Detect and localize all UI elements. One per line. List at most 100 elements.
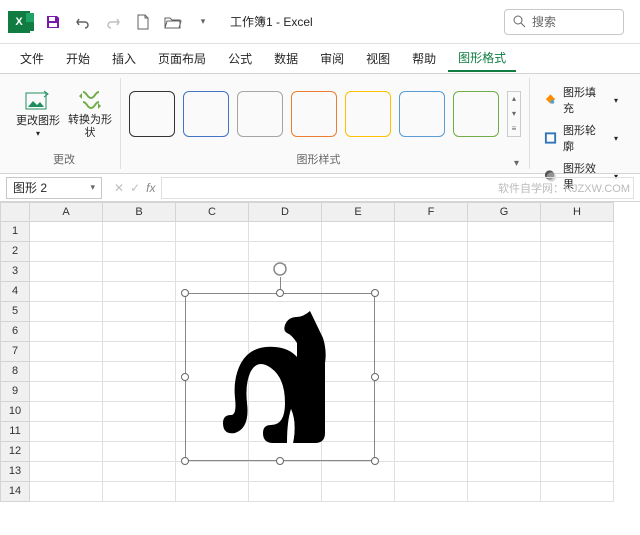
cell[interactable]	[30, 222, 103, 242]
cell[interactable]	[468, 482, 541, 502]
undo-button[interactable]	[70, 9, 96, 35]
row-header[interactable]: 11	[0, 422, 30, 442]
open-button[interactable]	[160, 9, 186, 35]
row-header[interactable]: 3	[0, 262, 30, 282]
resize-handle-b[interactable]	[276, 457, 284, 465]
cell[interactable]	[103, 262, 176, 282]
cell[interactable]	[103, 442, 176, 462]
tab-help[interactable]: 帮助	[402, 46, 446, 71]
cell[interactable]	[541, 242, 614, 262]
cell[interactable]	[541, 342, 614, 362]
style-preset[interactable]	[399, 91, 445, 137]
cell[interactable]	[322, 482, 395, 502]
row-header[interactable]: 6	[0, 322, 30, 342]
styles-expand-button[interactable]: ▾	[510, 158, 523, 169]
redo-button[interactable]	[100, 9, 126, 35]
cell[interactable]	[541, 422, 614, 442]
tab-view[interactable]: 视图	[356, 46, 400, 71]
row-header[interactable]: 2	[0, 242, 30, 262]
cell[interactable]	[103, 462, 176, 482]
cell[interactable]	[103, 382, 176, 402]
cell[interactable]	[30, 302, 103, 322]
cell[interactable]	[395, 442, 468, 462]
tab-insert[interactable]: 插入	[102, 46, 146, 71]
tab-shape-format[interactable]: 图形格式	[448, 45, 516, 72]
cell[interactable]	[395, 282, 468, 302]
cell[interactable]	[322, 462, 395, 482]
cell[interactable]	[541, 462, 614, 482]
cell[interactable]	[541, 382, 614, 402]
cell[interactable]	[249, 462, 322, 482]
cell[interactable]	[176, 262, 249, 282]
resize-handle-tl[interactable]	[181, 289, 189, 297]
tab-file[interactable]: 文件	[10, 46, 54, 71]
cell[interactable]	[468, 362, 541, 382]
select-all-corner[interactable]	[0, 202, 30, 222]
save-button[interactable]	[40, 9, 66, 35]
cell[interactable]	[468, 422, 541, 442]
change-graphic-button[interactable]: 更改图形 ▾	[14, 81, 62, 147]
tab-layout[interactable]: 页面布局	[148, 46, 216, 71]
shape-outline-button[interactable]: 图形轮廓 ▾	[540, 120, 622, 156]
cell[interactable]	[249, 242, 322, 262]
convert-shape-button[interactable]: 转换为形状	[66, 81, 114, 147]
cell[interactable]	[395, 242, 468, 262]
cell[interactable]	[541, 222, 614, 242]
style-preset[interactable]	[345, 91, 391, 137]
cell[interactable]	[468, 222, 541, 242]
cell[interactable]	[103, 342, 176, 362]
cell[interactable]	[103, 322, 176, 342]
name-box[interactable]: 图形 2 ▾	[6, 177, 102, 199]
cell[interactable]	[30, 282, 103, 302]
cell[interactable]	[30, 482, 103, 502]
cell[interactable]	[176, 242, 249, 262]
cell[interactable]	[30, 442, 103, 462]
cell[interactable]	[322, 262, 395, 282]
enter-formula-button[interactable]: ✓	[130, 181, 140, 195]
cell[interactable]	[541, 302, 614, 322]
column-header[interactable]: F	[395, 202, 468, 222]
row-header[interactable]: 9	[0, 382, 30, 402]
cell[interactable]	[30, 362, 103, 382]
search-input[interactable]: 搜索	[504, 9, 624, 35]
row-header[interactable]: 5	[0, 302, 30, 322]
cell[interactable]	[176, 482, 249, 502]
row-header[interactable]: 12	[0, 442, 30, 462]
row-header[interactable]: 1	[0, 222, 30, 242]
column-header[interactable]: H	[541, 202, 614, 222]
cell[interactable]	[395, 462, 468, 482]
cell[interactable]	[176, 462, 249, 482]
style-preset[interactable]	[291, 91, 337, 137]
shape-fill-button[interactable]: 图形填充 ▾	[540, 82, 622, 118]
cell[interactable]	[103, 482, 176, 502]
row-header[interactable]: 13	[0, 462, 30, 482]
fx-button[interactable]: fx	[146, 181, 155, 195]
row-header[interactable]: 8	[0, 362, 30, 382]
cell[interactable]	[468, 402, 541, 422]
cancel-formula-button[interactable]: ✕	[114, 181, 124, 195]
style-preset[interactable]	[237, 91, 283, 137]
cell[interactable]	[30, 462, 103, 482]
cell[interactable]	[30, 382, 103, 402]
cell[interactable]	[468, 302, 541, 322]
cell[interactable]	[395, 342, 468, 362]
resize-handle-l[interactable]	[181, 373, 189, 381]
cell[interactable]	[395, 322, 468, 342]
formula-input[interactable]: 软件自学网：RJZXW.COM	[161, 177, 634, 199]
cell[interactable]	[468, 342, 541, 362]
cell[interactable]	[468, 262, 541, 282]
cell[interactable]	[103, 242, 176, 262]
column-header[interactable]: A	[30, 202, 103, 222]
cell[interactable]	[30, 242, 103, 262]
cell[interactable]	[249, 222, 322, 242]
style-preset[interactable]	[183, 91, 229, 137]
selected-shape[interactable]	[185, 293, 375, 461]
cell[interactable]	[103, 402, 176, 422]
row-header[interactable]: 14	[0, 482, 30, 502]
resize-handle-br[interactable]	[371, 457, 379, 465]
tab-data[interactable]: 数据	[264, 46, 308, 71]
column-header[interactable]: B	[103, 202, 176, 222]
new-file-button[interactable]	[130, 9, 156, 35]
tab-home[interactable]: 开始	[56, 46, 100, 71]
cell[interactable]	[395, 302, 468, 322]
